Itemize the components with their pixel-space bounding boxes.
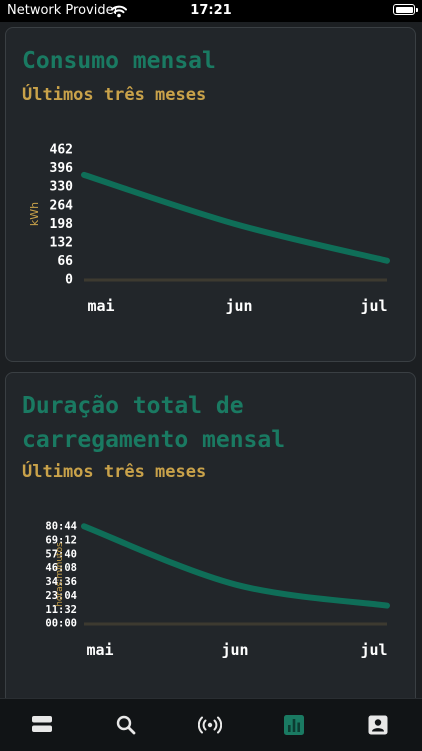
y-tick-label: 0 [65,273,73,288]
tab-broadcast[interactable] [168,699,252,751]
y-tick-label: 132 [50,235,73,250]
list-icon [31,714,53,738]
battery-icon [393,4,415,15]
series-line [84,175,387,261]
status-bar: Network Provider 17:21 [0,0,422,22]
charging-duration-card: Duração total de carregamento mensal Últ… [5,372,416,712]
y-tick-label: 198 [50,217,74,232]
tab-statistics[interactable] [252,699,336,751]
tab-profile[interactable] [336,699,420,751]
series-line [84,526,387,605]
tab-bar [0,698,422,751]
y-tick-label: 00:00 [45,618,77,630]
y-tick-label: 462 [50,143,73,158]
x-tick-label: mai [86,641,113,659]
x-tick-label: mai [87,297,114,315]
y-tick-label: 330 [50,180,74,195]
monthly-consumption-card: Consumo mensal Últimos três meses 462396… [5,27,416,362]
y-axis-label: kWh [28,202,41,226]
x-tick-label: jun [225,297,252,315]
status-time: 17:21 [0,3,422,18]
tab-list[interactable] [0,699,84,751]
y-tick-label: 264 [50,198,74,213]
x-tick-label: jul [360,297,387,315]
charging-duration-chart: 80:4469:1257:4046:0834:3623:0411:3200:00… [6,373,416,712]
y-tick-label: 66 [57,254,73,269]
x-tick-label: jul [360,641,387,659]
y-tick-label: 396 [50,161,74,176]
search-icon [115,714,137,740]
y-tick-label: 80:44 [45,521,77,533]
tab-search[interactable] [84,699,168,751]
consumption-chart: 462 396 330 264 198 132 66 0 kWh mai jun jul [6,28,416,362]
x-tick-label: jun [221,641,248,659]
broadcast-icon [198,714,222,740]
profile-icon [367,714,389,740]
y-axis-label: horas:minutos [55,542,65,607]
bar-chart-icon [283,714,305,740]
